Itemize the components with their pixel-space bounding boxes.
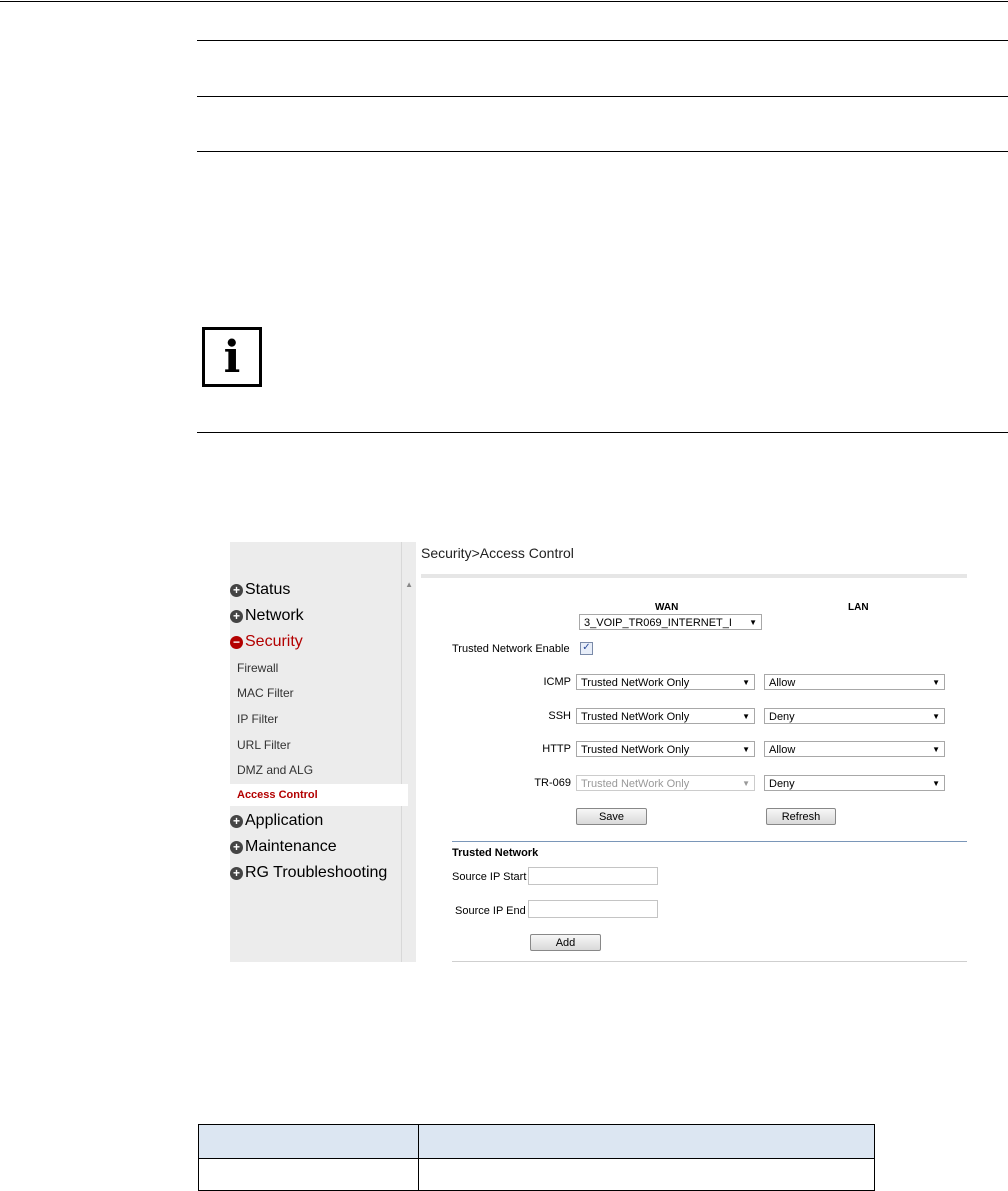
add-button[interactable]: Add bbox=[530, 934, 601, 951]
chevron-down-icon: ▼ bbox=[749, 618, 757, 627]
sidebar-item-status[interactable]: + Status bbox=[230, 579, 290, 601]
sidebar-item-label: Network bbox=[245, 607, 304, 624]
sidebar-item-label: Maintenance bbox=[245, 838, 337, 855]
sidebar-scrollbar[interactable]: ▲ bbox=[401, 542, 416, 962]
tr069-wan-value: Trusted NetWork Only bbox=[581, 778, 690, 790]
chevron-down-icon: ▼ bbox=[742, 712, 750, 721]
source-ip-start-input[interactable] bbox=[528, 867, 658, 885]
chevron-down-icon: ▼ bbox=[932, 745, 940, 754]
service-label-ssh: SSH bbox=[548, 710, 571, 722]
header-rule-3 bbox=[197, 151, 1008, 152]
form-bottom-divider bbox=[452, 961, 967, 962]
parameter-table bbox=[198, 1124, 875, 1191]
scroll-up-icon[interactable]: ▲ bbox=[405, 580, 413, 589]
source-ip-start-label: Source IP Start bbox=[452, 871, 527, 883]
breadcrumb-underline bbox=[421, 574, 967, 578]
sidebar-subitem-ip-filter[interactable]: IP Filter bbox=[237, 708, 278, 730]
wan-column-header: WAN bbox=[655, 602, 679, 613]
expand-plus-icon: + bbox=[230, 840, 243, 854]
collapse-minus-icon: − bbox=[230, 635, 243, 649]
refresh-button[interactable]: Refresh bbox=[766, 808, 836, 825]
sidebar-subitem-access-control[interactable]: Access Control bbox=[230, 784, 408, 806]
sidebar-item-maintenance[interactable]: + Maintenance bbox=[230, 836, 337, 858]
breadcrumb: Security>Access Control bbox=[421, 545, 574, 561]
table-header-row bbox=[198, 1124, 875, 1159]
lan-column-header: LAN bbox=[848, 602, 869, 613]
service-label-icmp: ICMP bbox=[543, 676, 572, 688]
info-icon-glyph: i bbox=[223, 331, 241, 383]
table-row bbox=[198, 1158, 875, 1191]
sidebar-item-label: Security bbox=[245, 633, 303, 650]
ssh-lan-select[interactable]: Deny ▼ bbox=[764, 708, 945, 724]
chevron-down-icon: ▼ bbox=[932, 712, 940, 721]
service-label-http: HTTP bbox=[542, 743, 571, 755]
sidebar-item-network[interactable]: + Network bbox=[230, 605, 304, 627]
sidebar-subitem-url-filter[interactable]: URL Filter bbox=[237, 734, 291, 756]
sidebar-item-label: RG Troubleshooting bbox=[245, 864, 388, 881]
header-rule-1 bbox=[197, 40, 1008, 41]
table-cell bbox=[418, 1158, 875, 1191]
table-header-cell bbox=[198, 1124, 419, 1159]
section-divider bbox=[452, 841, 967, 842]
chevron-down-icon: ▼ bbox=[932, 779, 940, 788]
sidebar-subitem-mac-filter[interactable]: MAC Filter bbox=[237, 682, 294, 704]
expand-plus-icon: + bbox=[230, 814, 243, 828]
sidebar-item-security[interactable]: − Security bbox=[230, 631, 303, 653]
http-lan-value: Allow bbox=[769, 744, 796, 756]
tr069-wan-select: Trusted NetWork Only ▼ bbox=[576, 775, 755, 791]
trusted-network-enable-label: Trusted Network Enable bbox=[452, 643, 570, 655]
icmp-lan-value: Allow bbox=[769, 677, 796, 689]
trusted-network-title: Trusted Network bbox=[452, 847, 539, 859]
service-label-tr069: TR-069 bbox=[534, 777, 571, 789]
expand-plus-icon: + bbox=[230, 609, 243, 623]
sidebar-nav: ▲ + Status + Network − Security Firewall… bbox=[230, 542, 416, 962]
ssh-wan-value: Trusted NetWork Only bbox=[581, 711, 690, 723]
expand-plus-icon: + bbox=[230, 866, 243, 880]
expand-plus-icon: + bbox=[230, 583, 243, 597]
icmp-wan-select[interactable]: Trusted NetWork Only ▼ bbox=[576, 674, 755, 690]
wan-interface-value: 3_VOIP_TR069_INTERNET_I bbox=[584, 617, 732, 629]
trusted-network-enable-checkbox[interactable]: ✓ bbox=[580, 642, 593, 655]
table-cell bbox=[198, 1158, 419, 1191]
chevron-down-icon: ▼ bbox=[742, 678, 750, 687]
ssh-wan-select[interactable]: Trusted NetWork Only ▼ bbox=[576, 708, 755, 724]
page-top-rule bbox=[0, 1, 1008, 2]
sidebar-item-label: Status bbox=[245, 581, 291, 598]
http-lan-select[interactable]: Allow ▼ bbox=[764, 741, 945, 757]
sidebar-subitem-dmz-alg[interactable]: DMZ and ALG bbox=[237, 759, 313, 781]
sidebar-subitem-firewall[interactable]: Firewall bbox=[237, 657, 278, 679]
tr069-lan-value: Deny bbox=[769, 778, 795, 790]
info-icon: i bbox=[202, 327, 262, 387]
save-button[interactable]: Save bbox=[576, 808, 647, 825]
note-bottom-rule bbox=[197, 432, 1008, 433]
chevron-down-icon: ▼ bbox=[742, 745, 750, 754]
icmp-lan-select[interactable]: Allow ▼ bbox=[764, 674, 945, 690]
chevron-down-icon: ▼ bbox=[742, 779, 750, 788]
table-header-cell bbox=[418, 1124, 875, 1159]
chevron-down-icon: ▼ bbox=[932, 678, 940, 687]
source-ip-end-input[interactable] bbox=[528, 900, 658, 918]
sidebar-item-rg-troubleshooting[interactable]: + RG Troubleshooting bbox=[230, 862, 387, 884]
tr069-lan-select[interactable]: Deny ▼ bbox=[764, 775, 945, 791]
sidebar-item-application[interactable]: + Application bbox=[230, 810, 323, 832]
source-ip-end-label: Source IP End bbox=[455, 905, 526, 917]
icmp-wan-value: Trusted NetWork Only bbox=[581, 677, 690, 689]
http-wan-value: Trusted NetWork Only bbox=[581, 744, 690, 756]
ssh-lan-value: Deny bbox=[769, 711, 795, 723]
http-wan-select[interactable]: Trusted NetWork Only ▼ bbox=[576, 741, 755, 757]
sidebar-item-label: Application bbox=[245, 812, 324, 829]
wan-interface-select[interactable]: 3_VOIP_TR069_INTERNET_I ▼ bbox=[579, 614, 762, 630]
header-rule-2 bbox=[197, 96, 1008, 97]
